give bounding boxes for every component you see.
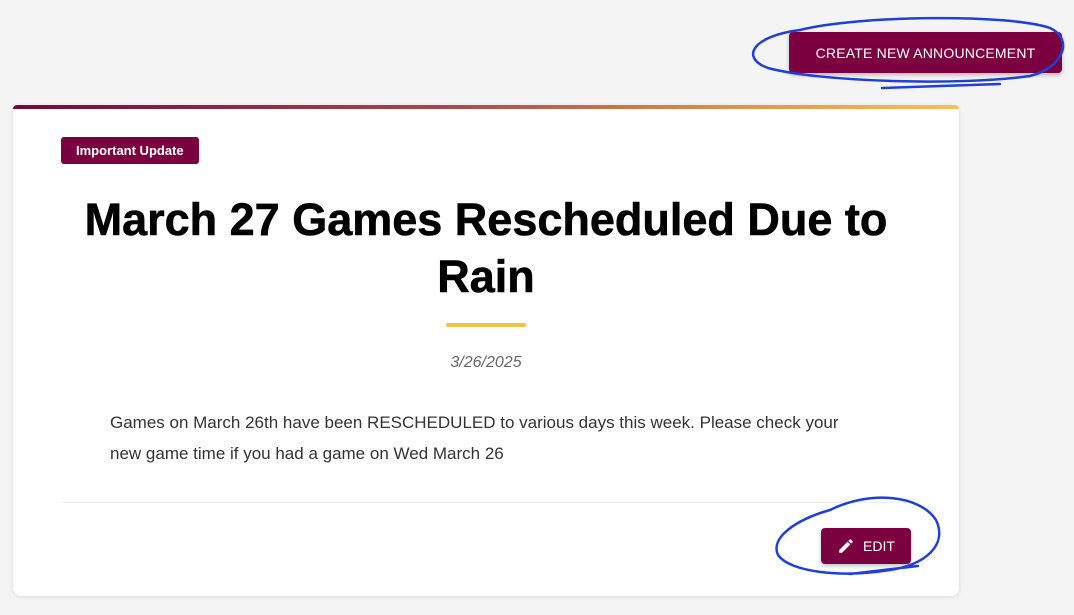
announcement-body: Games on March 26th have been RESCHEDULE… <box>110 413 839 463</box>
page: CREATE NEW ANNOUNCEMENT Important Update… <box>0 0 1074 615</box>
edit-label: EDIT <box>863 538 895 554</box>
card-divider <box>61 502 911 503</box>
announcement-title: March 27 Games Rescheduled Due to Rain <box>84 194 888 303</box>
create-announcement-button[interactable]: CREATE NEW ANNOUNCEMENT <box>789 32 1062 73</box>
announcement-card: Important Update March 27 Games Reschedu… <box>13 105 959 596</box>
pencil-icon <box>837 537 855 555</box>
announcement-date: 3/26/2025 <box>450 354 522 371</box>
announcement-badge: Important Update <box>61 137 199 164</box>
card-gradient-bar <box>13 105 959 109</box>
edit-button[interactable]: EDIT <box>821 528 911 564</box>
title-accent-line <box>446 323 526 327</box>
create-announcement-label: CREATE NEW ANNOUNCEMENT <box>815 44 1036 61</box>
